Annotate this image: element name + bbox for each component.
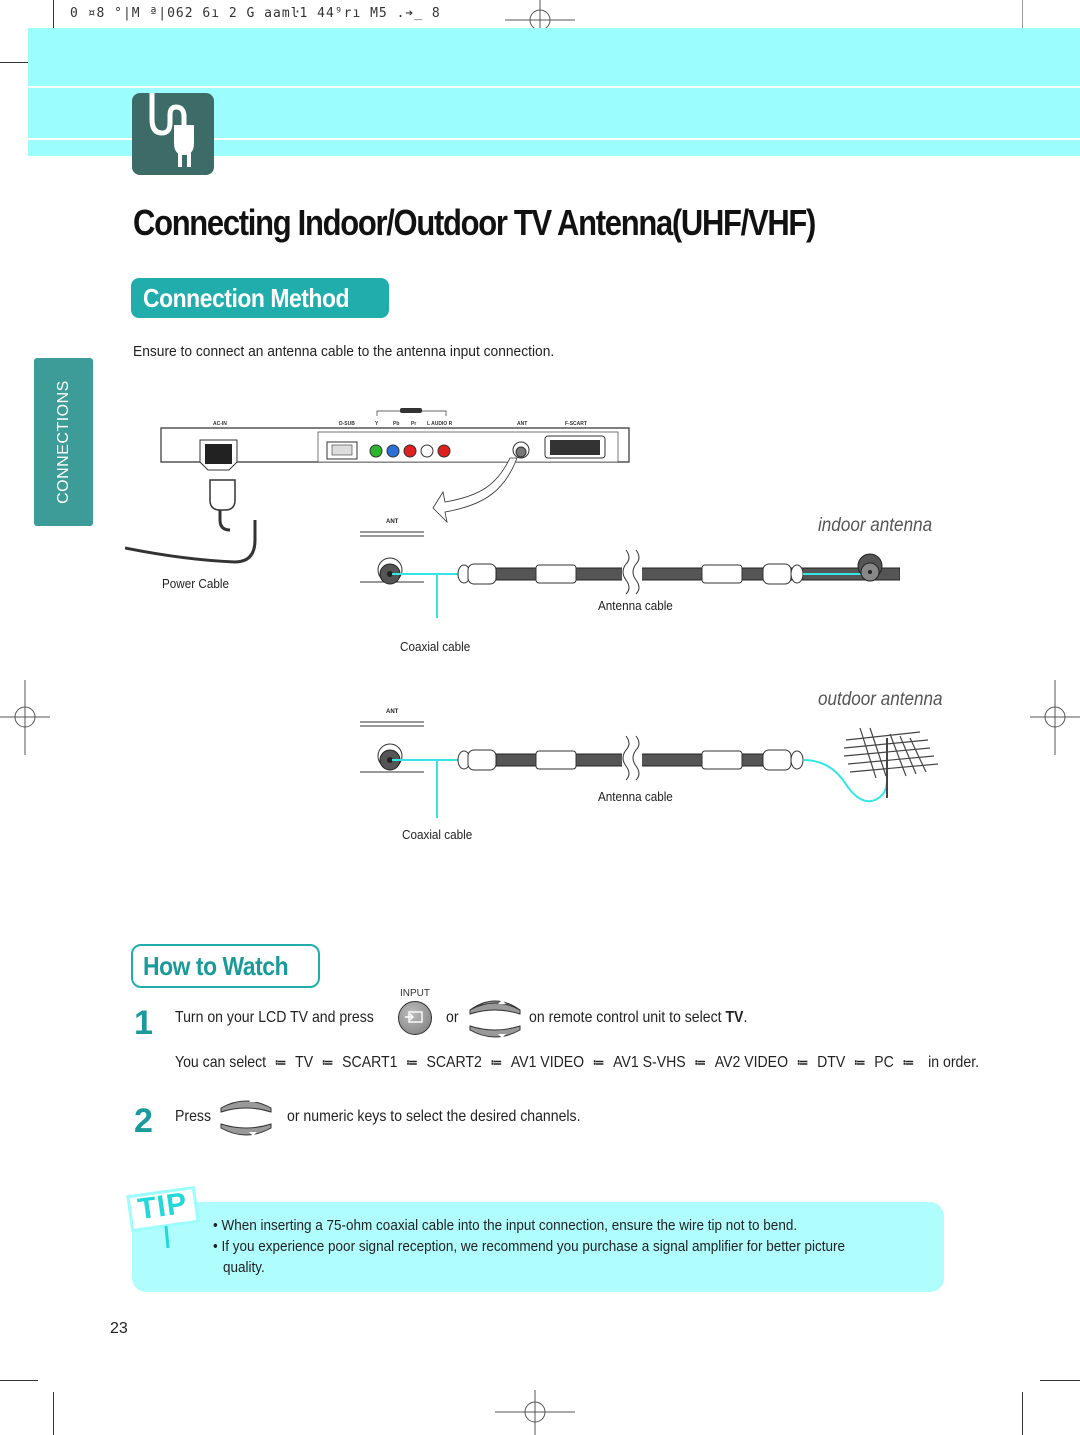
connection-intro-text: Ensure to connect an antenna cable to th… <box>133 343 555 360</box>
panel-label: Pr <box>411 421 416 427</box>
section-tab-connections: CONNECTIONS <box>34 358 93 526</box>
arrow-separator: ≔ <box>854 1055 866 1070</box>
registration-mark-right <box>1030 680 1080 755</box>
tip-item: • If you experience poor signal receptio… <box>213 1238 846 1255</box>
selected-source: TV <box>725 1009 744 1026</box>
source-item: AV1 VIDEO <box>510 1054 585 1071</box>
coaxial-cable-label: Coaxial cable <box>402 827 473 842</box>
antenna-cable-label: Antenna cable <box>598 598 673 613</box>
how-to-watch-heading: How to Watch <box>131 944 320 988</box>
power-cable-label: Power Cable <box>162 576 229 591</box>
step-number: 2 <box>134 1102 153 1140</box>
panel-label: Pb <box>393 421 399 427</box>
tip-badge: TIP <box>135 1186 190 1227</box>
tip-item: quality. <box>223 1259 265 1276</box>
panel-label: AC-IN <box>213 421 227 427</box>
source-list: You can select ≔ TV ≔ SCART1 ≔ SCART2 ≔ … <box>175 1054 979 1072</box>
source-item: AV1 S-VHS <box>613 1054 686 1071</box>
crop-mark <box>0 1380 38 1381</box>
antenna-cable-label: Antenna cable <box>598 789 673 804</box>
channel-up-down-icon <box>469 1000 521 1038</box>
arrow-separator: ≔ <box>490 1055 503 1070</box>
source-item: DTV <box>817 1054 846 1071</box>
source-item: AV2 VIDEO <box>714 1054 789 1071</box>
arrow-separator: ≔ <box>274 1055 287 1070</box>
step1-text-after: on remote control unit to select TV. <box>529 1009 748 1026</box>
crop-mark <box>1022 1392 1023 1435</box>
page-title: Connecting Indoor/Outdoor TV Antenna(UHF… <box>133 202 816 243</box>
arrow-separator: ≔ <box>321 1055 334 1070</box>
registration-mark-left <box>0 680 50 755</box>
step1-text-before: Turn on your LCD TV and press <box>175 1009 374 1026</box>
input-button-icon <box>398 1001 432 1035</box>
arrow-separator: ≔ <box>902 1055 915 1070</box>
panel-label: ANT <box>517 421 527 427</box>
source-item: PC <box>874 1054 894 1071</box>
arrow-separator: ≔ <box>406 1055 418 1070</box>
crop-mark <box>53 1392 54 1435</box>
plug-icon <box>132 90 214 175</box>
arrow-separator: ≔ <box>592 1055 605 1070</box>
source-item: SCART2 <box>426 1054 482 1071</box>
panel-label: D-SUB <box>339 421 355 427</box>
source-item: TV <box>295 1054 314 1071</box>
outdoor-antenna-title: outdoor antenna <box>818 689 943 710</box>
select-intro: You can select <box>175 1054 267 1071</box>
page-number: 23 <box>110 1320 128 1337</box>
channel-up-down-icon <box>220 1098 272 1136</box>
print-header-text: 0 ¤8 °|M ª|062 6ı 2 G aamŀ1 44⁹rı M5 .➔_… <box>70 6 441 21</box>
arrow-separator: ≔ <box>796 1055 809 1070</box>
arrow-separator: ≔ <box>694 1055 706 1070</box>
registration-mark-bottom <box>495 1390 575 1435</box>
panel-label: F-SCART <box>565 421 587 427</box>
band-divider <box>28 86 1080 88</box>
section-tab-label: CONNECTIONS <box>54 380 72 504</box>
source-item: SCART1 <box>342 1054 398 1071</box>
select-outro: in order. <box>928 1054 980 1071</box>
input-button-label: INPUT <box>400 988 430 999</box>
step2-text-after: or numeric keys to select the desired ch… <box>287 1108 581 1125</box>
step1-text-or: or <box>446 1009 459 1026</box>
step-number: 1 <box>134 1004 153 1042</box>
connection-method-heading: Connection Method <box>131 278 390 318</box>
panel-label: L AUDIO R <box>427 421 453 427</box>
coaxial-cable-label: Coaxial cable <box>400 639 471 654</box>
outdoor-antenna-diagram <box>360 721 939 818</box>
panel-label: Y <box>375 421 379 427</box>
crop-mark <box>1040 1380 1080 1381</box>
step2-text-before: Press <box>175 1108 211 1125</box>
ant-label: ANT <box>386 519 399 525</box>
ant-label: ANT <box>386 709 399 715</box>
tip-item: • When inserting a 75-ohm coaxial cable … <box>213 1217 798 1234</box>
